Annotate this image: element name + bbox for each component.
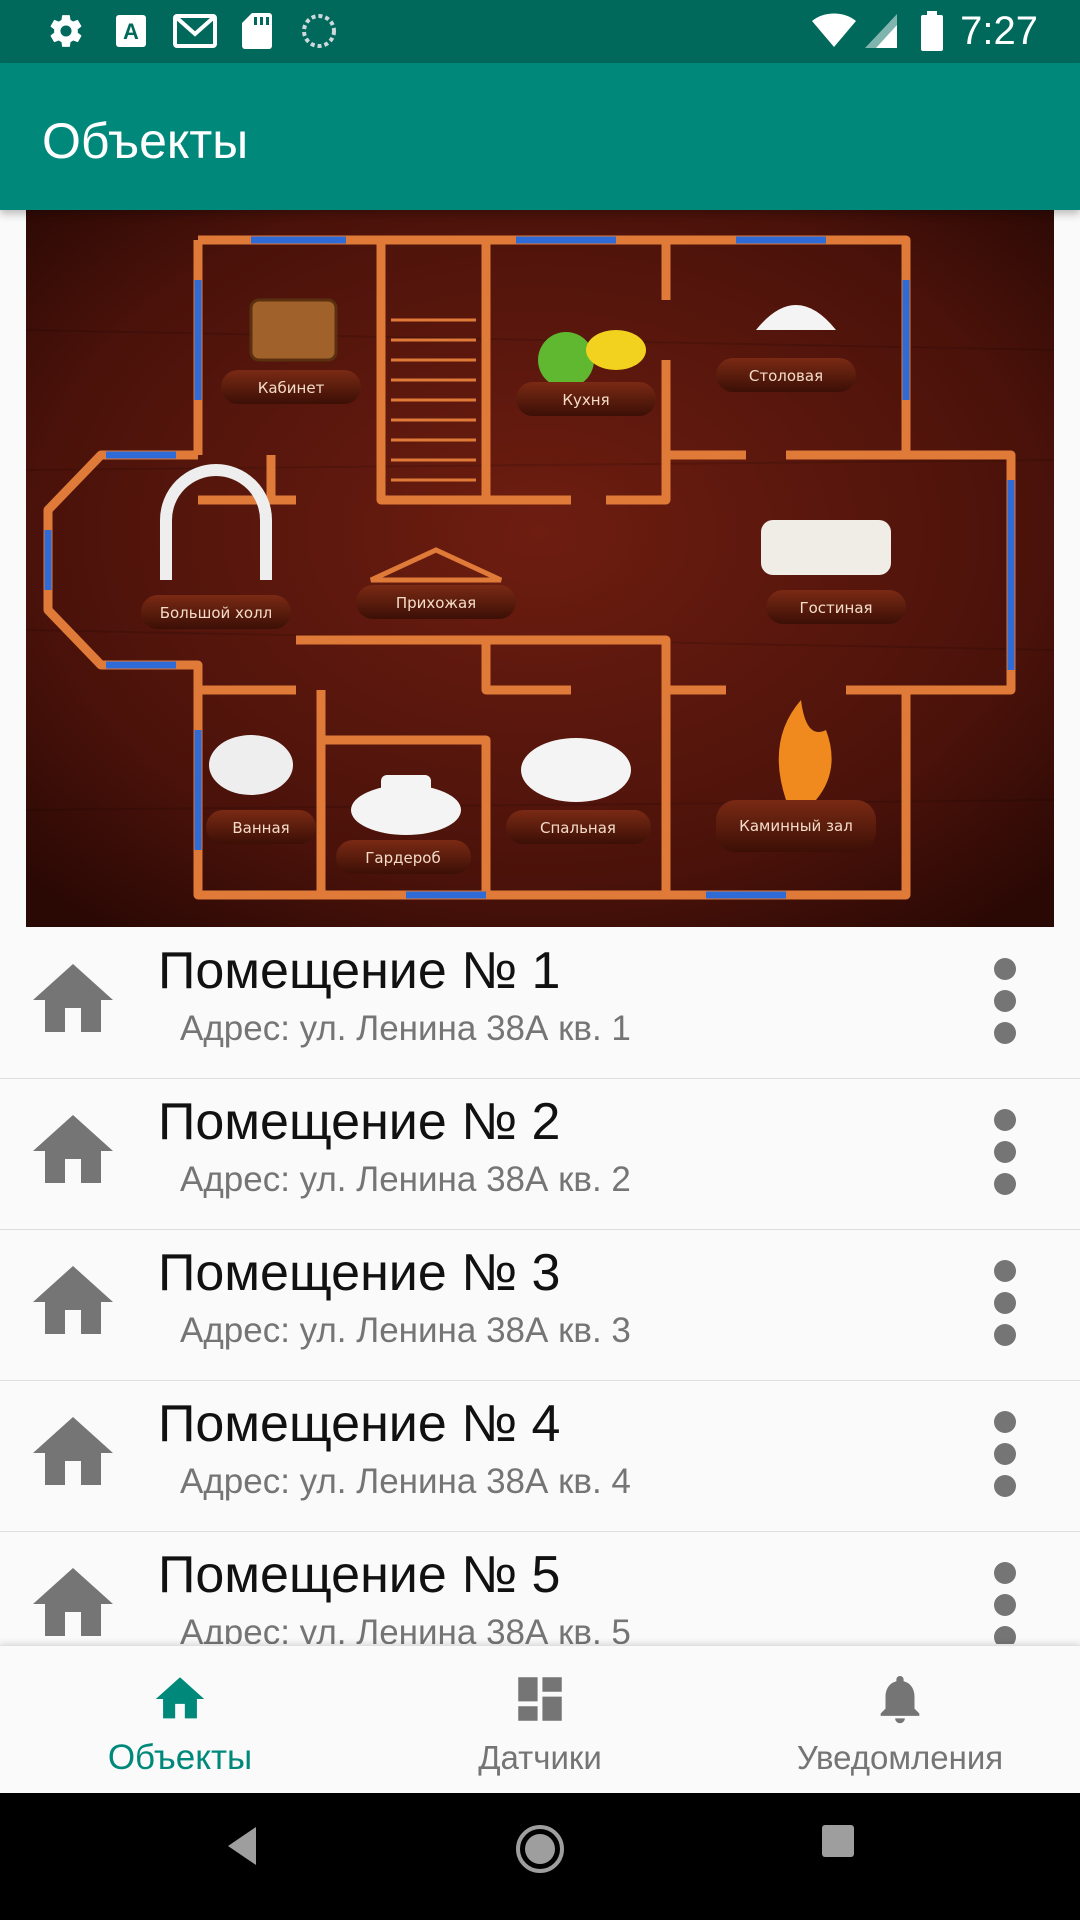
room-address: Адрес: ул. Ленина 38А кв. 2 bbox=[180, 1160, 631, 1199]
room-label: Гостиная bbox=[799, 599, 872, 617]
list-item[interactable]: Помещение № 4 Адрес: ул. Ленина 38А кв. … bbox=[0, 1381, 1080, 1533]
more-options-icon[interactable] bbox=[990, 1109, 1020, 1199]
room-title: Помещение № 1 bbox=[158, 942, 561, 1000]
home-icon bbox=[33, 1266, 113, 1334]
signal-icon bbox=[864, 12, 898, 50]
room-title: Помещение № 3 bbox=[158, 1244, 561, 1302]
system-navigation-bar bbox=[0, 1793, 1080, 1920]
more-options-icon[interactable] bbox=[990, 1411, 1020, 1501]
more-options-icon[interactable] bbox=[990, 1260, 1020, 1350]
home-icon bbox=[33, 1568, 113, 1636]
rooms-list[interactable]: Помещение № 1 Адрес: ул. Ленина 38А кв. … bbox=[0, 928, 1080, 1644]
home-icon bbox=[33, 1417, 113, 1485]
app-bar: Объекты bbox=[0, 63, 1080, 210]
list-item[interactable]: Помещение № 2 Адрес: ул. Ленина 38А кв. … bbox=[0, 1079, 1080, 1231]
gmail-icon bbox=[172, 12, 218, 50]
bell-icon bbox=[880, 1676, 920, 1724]
room-address: Адрес: ул. Ленина 38А кв. 5 bbox=[180, 1613, 631, 1644]
status-bar: A 7:27 bbox=[0, 0, 1080, 63]
room-label: Гардероб bbox=[365, 849, 440, 867]
home-icon bbox=[155, 1677, 205, 1719]
room-label: Кабинет bbox=[258, 379, 325, 397]
room-label: Каминный зал bbox=[739, 817, 853, 835]
floor-plan-banner: Кабинет Кухня Столовая Большой холл Прих… bbox=[26, 210, 1054, 927]
room-label: Прихожая bbox=[396, 594, 476, 612]
back-icon[interactable] bbox=[222, 1823, 262, 1869]
sd-card-icon bbox=[240, 12, 274, 50]
room-title: Помещение № 5 bbox=[158, 1546, 561, 1604]
gear-icon bbox=[46, 12, 86, 50]
nav-item-notifications[interactable]: Уведомления bbox=[720, 1646, 1080, 1794]
nav-item-objects[interactable]: Объекты bbox=[0, 1646, 360, 1794]
nav-item-sensors[interactable]: Датчики bbox=[360, 1646, 720, 1794]
room-label: Ванная bbox=[232, 819, 289, 837]
nav-label: Датчики bbox=[478, 1739, 602, 1776]
room-title: Помещение № 2 bbox=[158, 1093, 561, 1151]
room-label: Большой холл bbox=[160, 604, 273, 622]
svg-text:A: A bbox=[123, 19, 139, 44]
room-label: Спальная bbox=[540, 819, 616, 837]
a-notification-icon: A bbox=[113, 12, 149, 50]
home-icon bbox=[33, 1115, 113, 1183]
list-item[interactable]: Помещение № 1 Адрес: ул. Ленина 38А кв. … bbox=[0, 928, 1080, 1080]
page-title: Объекты bbox=[42, 113, 249, 169]
battery-icon bbox=[920, 11, 944, 51]
home-icon bbox=[33, 964, 113, 1032]
room-label: Столовая bbox=[749, 367, 823, 385]
clock: 7:27 bbox=[960, 9, 1038, 53]
sync-circle-icon bbox=[300, 12, 338, 50]
nav-label: Объекты bbox=[107, 1738, 253, 1777]
list-item[interactable]: Помещение № 5 Адрес: ул. Ленина 38А кв. … bbox=[0, 1532, 1080, 1644]
recents-icon[interactable] bbox=[820, 1823, 856, 1859]
nav-label: Уведомления bbox=[796, 1739, 1004, 1776]
list-item[interactable]: Помещение № 3 Адрес: ул. Ленина 38А кв. … bbox=[0, 1230, 1080, 1382]
wifi-icon bbox=[811, 12, 857, 50]
bottom-navigation: Объекты Датчики Уведомления bbox=[0, 1645, 1080, 1794]
more-options-icon[interactable] bbox=[990, 1562, 1020, 1644]
room-address: Адрес: ул. Ленина 38А кв. 4 bbox=[180, 1462, 631, 1501]
room-address: Адрес: ул. Ленина 38А кв. 1 bbox=[180, 1009, 631, 1048]
room-title: Помещение № 4 bbox=[158, 1395, 561, 1453]
room-label: Кухня bbox=[562, 391, 609, 409]
more-options-icon[interactable] bbox=[990, 958, 1020, 1048]
dashboard-icon bbox=[518, 1677, 562, 1721]
room-address: Адрес: ул. Ленина 38А кв. 3 bbox=[180, 1311, 631, 1350]
home-button-icon[interactable] bbox=[514, 1823, 566, 1875]
